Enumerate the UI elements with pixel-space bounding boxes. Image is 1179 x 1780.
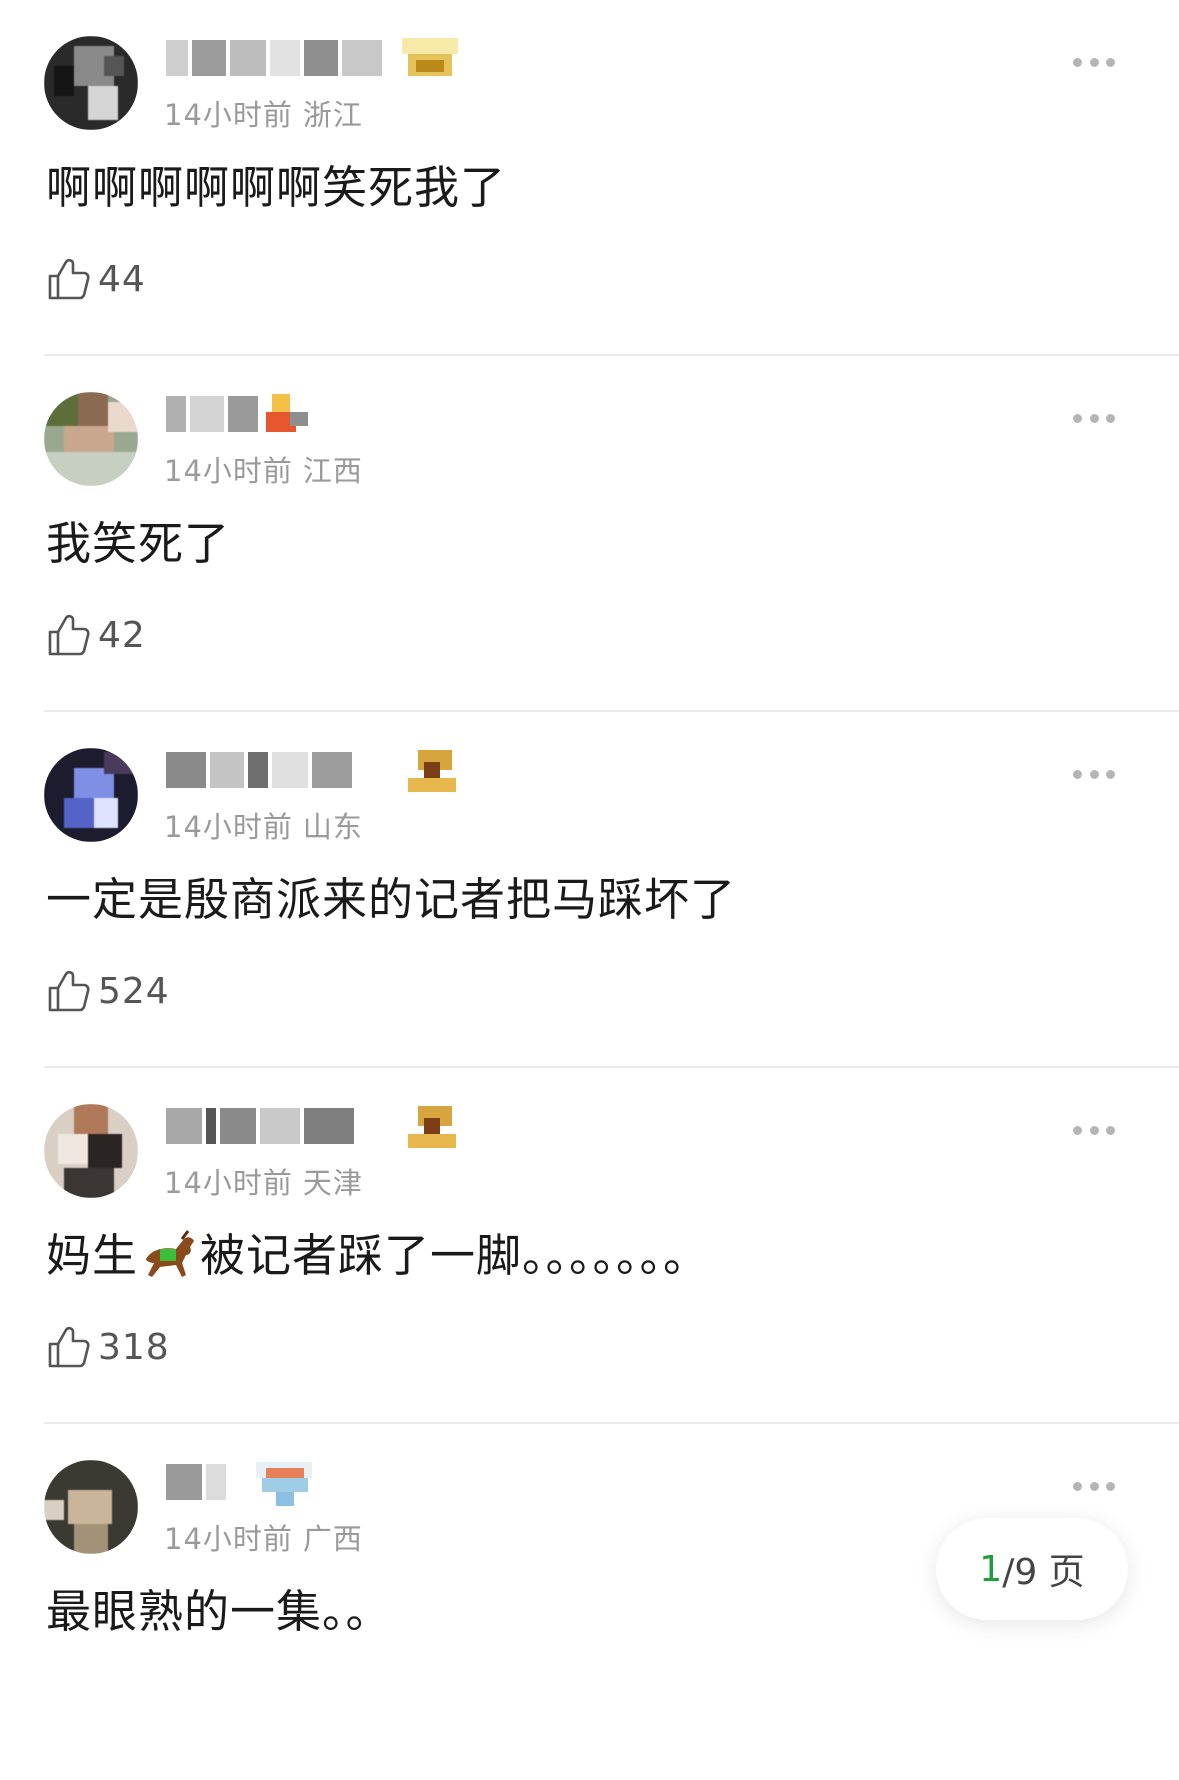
username[interactable] [166,1106,476,1150]
like-button[interactable]: 524 [46,968,170,1014]
thumbs-up-icon [48,258,90,300]
thumbs-up-icon [48,1326,90,1368]
horse-emoji-icon [146,1230,195,1277]
thumbs-up-icon [48,970,90,1012]
username[interactable] [166,394,476,438]
username-mosaic [166,1108,396,1148]
comment-time: 14小时前 [164,98,293,132]
comment-item: 14小时前 天津 妈生 被记者踩了一脚。。。。。。。 318 [0,1068,1179,1424]
comment-region: 浙江 [302,98,363,132]
fan-badge-icon [256,1462,312,1506]
username-mosaic [166,40,396,80]
username[interactable] [166,750,476,794]
comment-text: 最眼熟的一集。。 [46,1585,392,1638]
comment-text-after: 被记者踩了一脚。。。。。。。 [200,1229,710,1282]
comment-region: 山东 [302,810,363,844]
comment-meta: 14小时前 江西 [164,448,363,490]
comment-item: 14小时前 江西 我笑死了 42 [0,356,1179,712]
comment-region: 天津 [302,1166,363,1200]
comment-time: 14小时前 [164,454,293,488]
fan-badge-icon [266,394,308,432]
page-total: /9 页 [1002,1552,1085,1593]
thumbs-up-icon [48,614,90,656]
more-options-icon[interactable] [1073,414,1115,424]
like-count: 524 [98,970,170,1012]
like-count: 44 [98,258,146,300]
comment-time: 14小时前 [164,810,293,844]
page-current: 1 [979,1548,1003,1590]
fan-badge-icon [408,750,456,792]
more-options-icon[interactable] [1073,1126,1115,1136]
comment-item: 14小时前 山东 一定是殷商派来的记者把马踩坏了 524 [0,712,1179,1068]
comment-meta: 14小时前 天津 [164,1160,363,1202]
avatar[interactable] [44,36,138,130]
username[interactable] [166,38,476,82]
avatar[interactable] [44,392,138,486]
like-count: 42 [98,614,146,656]
avatar[interactable] [44,748,138,842]
comment-item: 14小时前 浙江 啊啊啊啊啊啊笑死我了 44 [0,0,1179,356]
like-button[interactable]: 318 [46,1324,170,1370]
fan-badge-icon [402,38,458,76]
comment-meta: 14小时前 广西 [164,1516,363,1558]
more-options-icon[interactable] [1073,770,1115,780]
comment-text-before: 妈生 [46,1229,139,1282]
comment-region: 广西 [302,1522,363,1556]
more-options-icon[interactable] [1073,1482,1115,1492]
comment-meta: 14小时前 山东 [164,804,363,846]
like-count: 318 [98,1326,170,1368]
page-indicator[interactable]: 1/9 页 [936,1518,1128,1620]
comment-text: 一定是殷商派来的记者把马踩坏了 [46,873,737,926]
comment-text: 啊啊啊啊啊啊笑死我了 [46,161,507,214]
comment-text: 我笑死了 [46,517,231,570]
avatar[interactable] [44,1460,138,1554]
avatar[interactable] [44,1104,138,1198]
comment-region: 江西 [302,454,363,488]
comment-meta: 14小时前 浙江 [164,92,363,134]
comment-time: 14小时前 [164,1522,293,1556]
like-button[interactable]: 44 [46,256,146,302]
like-button[interactable]: 42 [46,612,146,658]
comment-time: 14小时前 [164,1166,293,1200]
fan-badge-icon [408,1106,456,1148]
username-mosaic [166,752,396,792]
more-options-icon[interactable] [1073,58,1115,68]
username[interactable] [166,1462,476,1506]
comment-text: 妈生 被记者踩了一脚。。。。。。。 [46,1228,709,1284]
